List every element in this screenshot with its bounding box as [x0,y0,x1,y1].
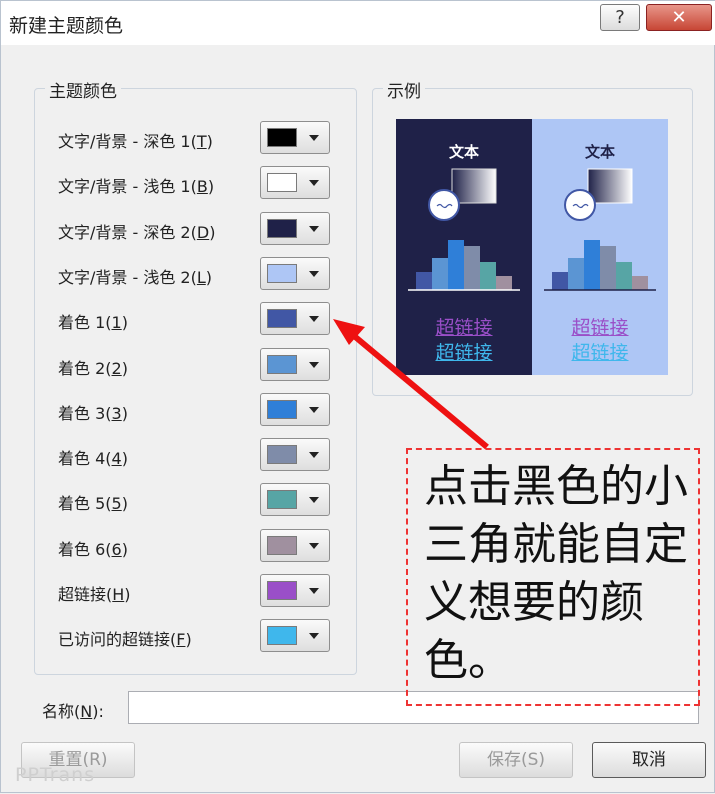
color-swatch [267,219,297,238]
color-picker-button[interactable] [260,121,330,154]
color-swatch [267,445,297,464]
preview-bar [632,276,648,290]
dialog-title: 新建主题颜色 [9,15,124,37]
annotation-box: 点击黑色的小三角就能自定义想要的颜色。 [406,448,700,706]
close-icon: ✕ [671,7,687,28]
color-picker-button[interactable] [260,348,330,381]
theme-colors-legend: 主题颜色 [45,77,121,102]
color-swatch [267,626,297,645]
theme-color-label: 文字/背景 - 浅色 2(L) [58,268,213,287]
preview-visited-link-dark: 超链接 [435,342,493,364]
save-button[interactable]: 保存(S) [459,742,573,778]
sample-preview: 文本 超链接 超链接 文本 超链接 超链接 [396,119,668,375]
preview-bar [480,262,496,290]
preview-bar [568,258,584,290]
color-picker-button[interactable] [260,257,330,290]
preview-bar [448,240,464,290]
color-picker-button[interactable] [260,529,330,562]
dropdown-arrow-icon[interactable] [309,452,319,458]
color-swatch [267,400,297,419]
color-swatch [267,173,297,192]
dropdown-arrow-icon[interactable] [309,362,319,368]
dropdown-arrow-icon[interactable] [309,497,319,503]
name-label: 名称(N): [42,702,104,721]
preview-bar [600,246,616,290]
preview-dark-panel: 文本 超链接 超链接 [396,119,532,375]
preview-bar [584,240,600,290]
theme-color-label: 着色 6(6) [58,540,128,559]
title-bar: 新建主题颜色 ? ✕ [1,1,715,45]
preview-bar [616,262,632,290]
cancel-button[interactable]: 取消 [592,742,706,778]
color-swatch [267,128,297,147]
color-swatch [267,490,297,509]
watermark: PPTrans [15,764,96,786]
theme-color-label: 文字/背景 - 深色 2(D) [58,223,216,242]
theme-color-label: 已访问的超链接(F) [58,630,192,649]
color-picker-button[interactable] [260,574,330,607]
preview-light-panel: 文本 超链接 超链接 [532,119,668,375]
theme-color-label: 着色 3(3) [58,404,128,423]
theme-color-label: 着色 5(5) [58,494,128,513]
preview-link-dark: 超链接 [435,317,493,339]
annotation-text: 点击黑色的小三角就能自定义想要的颜色。 [424,461,688,686]
dropdown-arrow-icon[interactable] [309,135,319,141]
close-button[interactable]: ✕ [646,4,712,31]
color-picker-button[interactable] [260,393,330,426]
preview-bar [496,276,512,290]
dropdown-arrow-icon[interactable] [309,180,319,186]
dropdown-arrow-icon[interactable] [309,271,319,277]
new-theme-colors-dialog: 新建主题颜色 ? ✕ 主题颜色 文字/背景 - 深色 1(T) 文字/背景 - 浅… [0,0,715,793]
help-button[interactable]: ? [600,4,640,31]
theme-color-label: 文字/背景 - 浅色 1(B) [58,177,215,196]
dropdown-arrow-icon[interactable] [309,407,319,413]
theme-color-label: 着色 4(4) [58,449,128,468]
color-picker-button[interactable] [260,166,330,199]
theme-color-label: 着色 2(2) [58,359,128,378]
preview-bar [432,258,448,290]
color-picker-button[interactable] [260,438,330,471]
preview-link-light: 超链接 [571,317,629,339]
dropdown-arrow-icon[interactable] [309,588,319,594]
color-swatch [267,581,297,600]
preview-bar [552,272,568,290]
theme-color-label: 超链接(H) [58,585,131,604]
theme-color-label: 文字/背景 - 深色 1(T) [58,132,213,151]
dropdown-arrow-icon[interactable] [309,543,319,549]
sample-legend: 示例 [383,77,425,102]
preview-bar [464,246,480,290]
help-icon: ? [615,7,625,28]
color-picker-button[interactable] [260,212,330,245]
dropdown-arrow-icon[interactable] [309,316,319,322]
preview-bar [416,272,432,290]
color-picker-button[interactable] [260,302,330,335]
dropdown-arrow-icon[interactable] [309,226,319,232]
color-picker-button[interactable] [260,619,330,652]
dropdown-arrow-icon[interactable] [309,633,319,639]
theme-color-label: 着色 1(1) [58,313,128,332]
color-swatch [267,309,297,328]
color-swatch [267,355,297,374]
color-picker-button[interactable] [260,483,330,516]
color-swatch [267,536,297,555]
color-swatch [267,264,297,283]
preview-visited-link-light: 超链接 [571,342,629,364]
